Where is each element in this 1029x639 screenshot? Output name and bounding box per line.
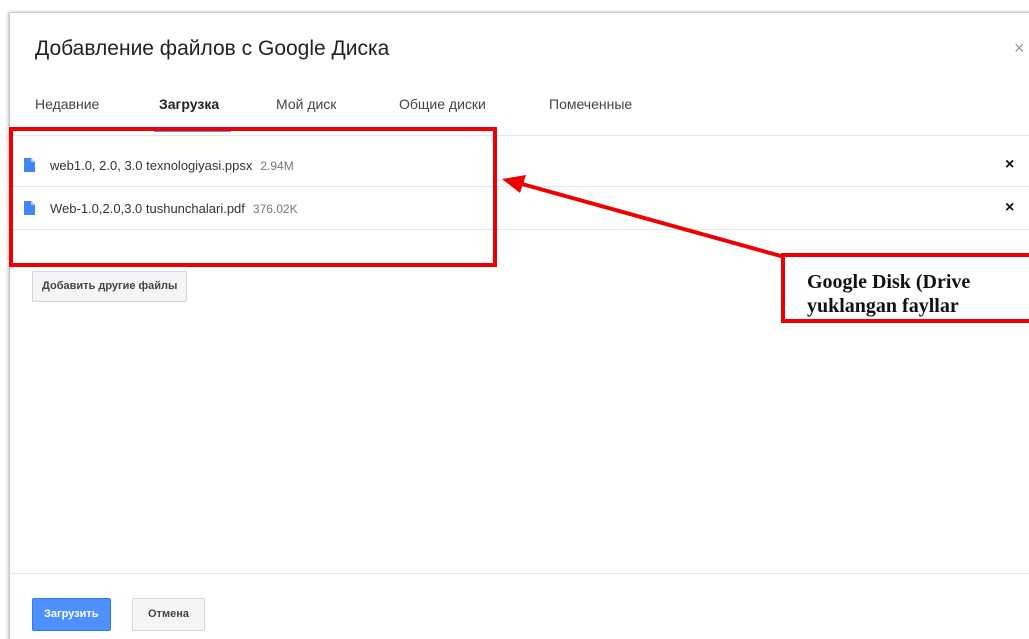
close-icon[interactable]: × <box>1014 39 1025 57</box>
remove-file-icon[interactable]: × <box>1005 156 1014 174</box>
cancel-button[interactable]: Отмена <box>132 598 205 631</box>
add-more-files-button[interactable]: Добавить другие файлы <box>32 271 188 302</box>
tabs-divider <box>10 135 1029 136</box>
tab-upload[interactable]: Загрузка <box>159 96 219 112</box>
file-name-text: Web-1.0,2.0,3.0 tushunchalari.pdf <box>50 201 245 216</box>
screenshot-frame: Добавление файлов с Google Диска × Недав… <box>0 0 1029 639</box>
tab-my-drive[interactable]: Мой диск <box>276 96 336 112</box>
file-size: 376.02K <box>252 202 298 216</box>
file-size: 2.94M <box>260 159 294 173</box>
tab-starred[interactable]: Помеченные <box>549 96 632 112</box>
file-name-text: web1.0, 2.0, 3.0 texnologiyasi.ppsx <box>50 158 253 173</box>
tab-recent[interactable]: Недавние <box>35 96 99 112</box>
file-name: web1.0, 2.0, 3.0 texnologiyasi.ppsx 2.94M <box>50 158 294 173</box>
document-icon <box>24 201 35 215</box>
upload-button[interactable]: Загрузить <box>32 598 111 631</box>
file-name: Web-1.0,2.0,3.0 tushunchalari.pdf 376.02K <box>50 201 298 216</box>
tab-bar: Недавние Загрузка Мой диск Общие диски П… <box>10 93 1029 135</box>
active-tab-indicator <box>154 130 231 132</box>
file-row: Web-1.0,2.0,3.0 tushunchalari.pdf 376.02K… <box>10 187 1029 230</box>
footer-divider <box>10 573 1029 574</box>
file-row: web1.0, 2.0, 3.0 texnologiyasi.ppsx 2.94M… <box>10 144 1029 187</box>
remove-file-icon[interactable]: × <box>1005 199 1014 217</box>
tab-shared-drives[interactable]: Общие диски <box>399 96 486 112</box>
google-drive-picker-dialog: Добавление файлов с Google Диска × Недав… <box>9 12 1029 639</box>
document-icon <box>24 158 35 172</box>
dialog-title: Добавление файлов с Google Диска <box>35 37 390 60</box>
